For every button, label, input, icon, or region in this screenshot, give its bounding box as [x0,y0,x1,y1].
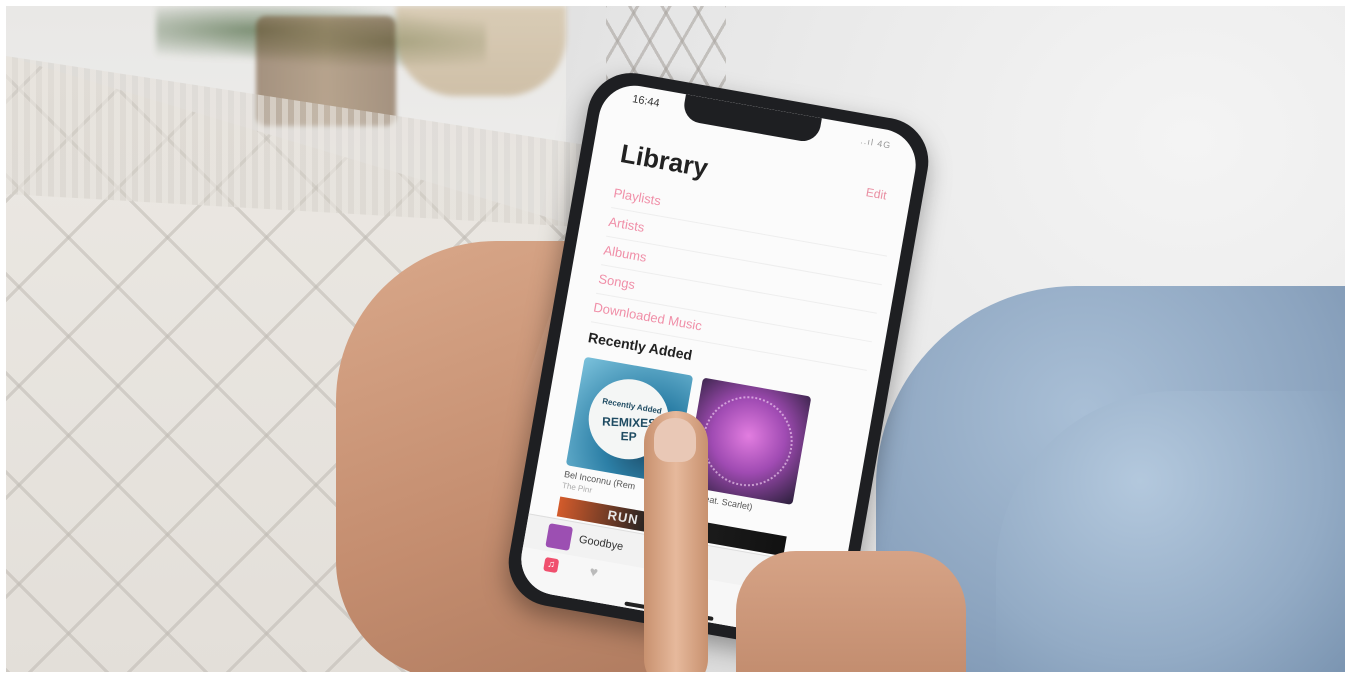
signal-icon: ..ıl 4G [859,135,893,151]
edit-button[interactable]: Edit [865,185,888,202]
wicker-basket [396,6,566,96]
for-you-heart-icon[interactable]: ♥ [588,563,599,580]
now-playing-title: Goodbye [578,533,625,554]
photo-scene: 16:44 ..ıl 4G Edit Library Playlists Art… [6,6,1345,672]
album-strip-text: RUN [606,507,640,528]
library-tab-icon[interactable]: ♫ [543,556,560,574]
library-title: Library [618,138,711,183]
status-time: 16:44 [631,93,661,110]
right-hand-knuckles [736,551,966,672]
mini-player-artwork [545,523,574,551]
fingernail [654,418,696,462]
